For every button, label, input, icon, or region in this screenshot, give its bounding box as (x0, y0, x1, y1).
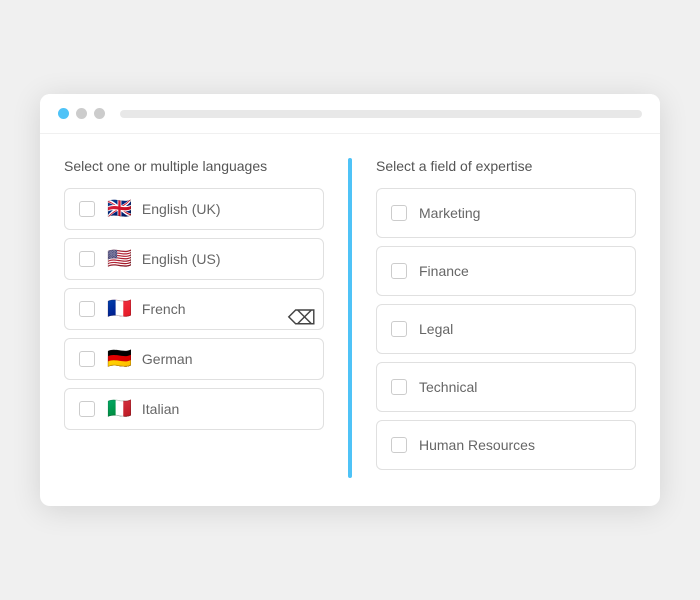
language-section-title: Select one or multiple languages (64, 158, 324, 174)
language-item-french[interactable]: 🇫🇷 French (64, 288, 324, 330)
checkbox-marketing[interactable] (391, 205, 407, 221)
vertical-divider (348, 158, 352, 478)
label-legal: Legal (419, 321, 453, 337)
expertise-item-finance[interactable]: Finance (376, 246, 636, 296)
expertise-section-title: Select a field of expertise (376, 158, 636, 174)
language-item-english-uk[interactable]: 🇬🇧 English (UK) (64, 188, 324, 230)
language-item-german[interactable]: 🇩🇪 German (64, 338, 324, 380)
label-german: German (142, 351, 193, 367)
language-item-english-us[interactable]: 🇺🇸 English (US) (64, 238, 324, 280)
expertise-item-technical[interactable]: Technical (376, 362, 636, 412)
content-area: Select one or multiple languages 🇬🇧 Engl… (40, 134, 660, 506)
checkbox-english-us[interactable] (79, 251, 95, 267)
flag-english-uk: 🇬🇧 (107, 199, 132, 219)
checkbox-technical[interactable] (391, 379, 407, 395)
flag-english-us: 🇺🇸 (107, 249, 132, 269)
expertise-item-human-resources[interactable]: Human Resources (376, 420, 636, 470)
checkbox-german[interactable] (79, 351, 95, 367)
flag-italian: 🇮🇹 (107, 399, 132, 419)
checkbox-french[interactable] (79, 301, 95, 317)
language-item-italian[interactable]: 🇮🇹 Italian (64, 388, 324, 430)
label-french: French (142, 301, 186, 317)
dot-blue (58, 108, 69, 119)
expertise-item-marketing[interactable]: Marketing (376, 188, 636, 238)
dot-gray2 (94, 108, 105, 119)
checkbox-finance[interactable] (391, 263, 407, 279)
label-technical: Technical (419, 379, 477, 395)
checkbox-legal[interactable] (391, 321, 407, 337)
label-english-us: English (US) (142, 251, 221, 267)
label-italian: Italian (142, 401, 179, 417)
dot-gray1 (76, 108, 87, 119)
checkbox-english-uk[interactable] (79, 201, 95, 217)
checkbox-human-resources[interactable] (391, 437, 407, 453)
expertise-item-legal[interactable]: Legal (376, 304, 636, 354)
flag-german: 🇩🇪 (107, 349, 132, 369)
title-bar-line (120, 110, 642, 118)
main-window: Select one or multiple languages 🇬🇧 Engl… (40, 94, 660, 506)
expertise-column: Select a field of expertise Marketing Fi… (356, 158, 636, 478)
label-marketing: Marketing (419, 205, 480, 221)
label-finance: Finance (419, 263, 469, 279)
language-column: Select one or multiple languages 🇬🇧 Engl… (64, 158, 344, 478)
label-human-resources: Human Resources (419, 437, 535, 453)
checkbox-italian[interactable] (79, 401, 95, 417)
title-bar (40, 94, 660, 134)
flag-french: 🇫🇷 (107, 299, 132, 319)
label-english-uk: English (UK) (142, 201, 221, 217)
